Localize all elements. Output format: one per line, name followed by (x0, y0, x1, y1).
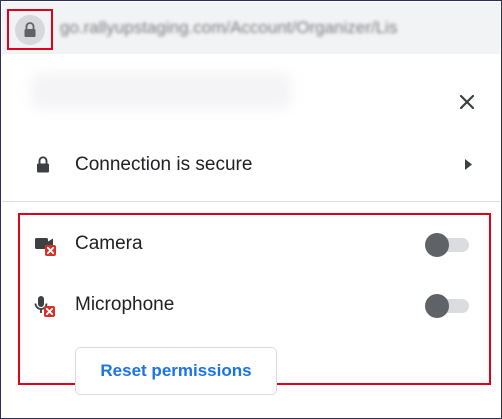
lock-icon (24, 21, 36, 37)
address-bar: go.rallyupstaging.com/Account/Organizer/… (2, 2, 500, 54)
camera-blocked-icon (35, 238, 56, 256)
microphone-permission-row: Microphone (20, 286, 489, 326)
camera-label: Camera (75, 233, 143, 254)
lock-icon (37, 156, 49, 173)
camera-permission-row: Camera (20, 225, 489, 265)
site-info-popup-frame: go.rallyupstaging.com/Account/Organizer/… (0, 0, 502, 419)
reset-permissions-button[interactable]: Reset permissions (75, 347, 277, 395)
close-icon (460, 95, 474, 109)
microphone-toggle[interactable] (425, 294, 471, 318)
microphone-blocked-icon (34, 296, 55, 317)
site-info-button[interactable] (7, 9, 53, 50)
url-text[interactable]: go.rallyupstaging.com/Account/Organizer/… (60, 18, 500, 38)
toggle-knob (425, 233, 449, 257)
close-button[interactable] (454, 89, 480, 115)
camera-toggle[interactable] (425, 233, 471, 257)
blurred-site-name (31, 73, 291, 109)
caret-right-icon (465, 159, 472, 170)
permissions-section: Camera Microphone Reset permissions (18, 213, 491, 395)
lock-button-background (15, 14, 45, 45)
connection-status-row[interactable]: Connection is secure (2, 143, 500, 187)
connection-status-label: Connection is secure (75, 154, 253, 175)
divider (2, 201, 500, 202)
microphone-label: Microphone (75, 294, 175, 315)
toggle-knob (425, 294, 449, 318)
